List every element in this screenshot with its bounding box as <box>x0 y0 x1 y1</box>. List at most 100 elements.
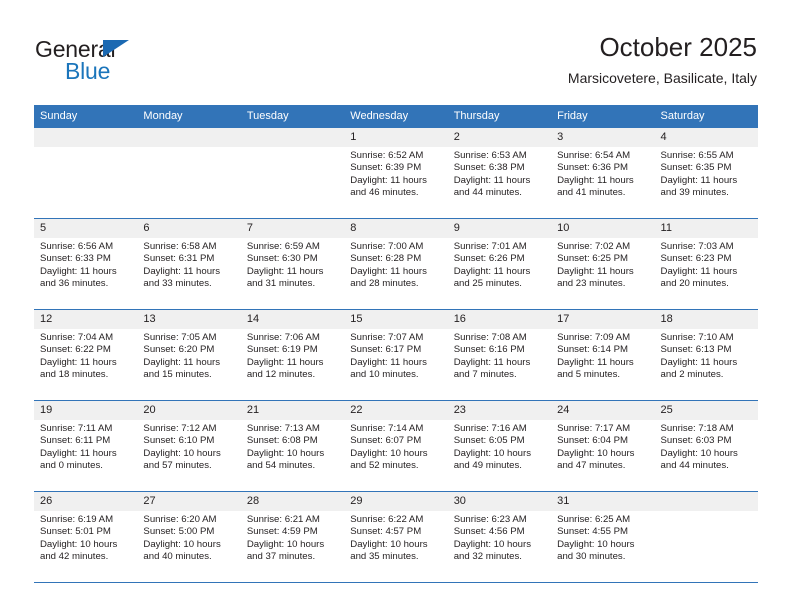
day-number: 20 <box>137 401 241 420</box>
page-title: October 2025 <box>599 32 757 62</box>
sunset-time: Sunset: 6:28 PM <box>350 253 422 265</box>
calendar-day-cell[interactable]: 24 Sunrise: 7:17 AM Sunset: 6:04 PM Dayligh… <box>551 400 655 492</box>
weekday-header-thursday: Thursday <box>447 105 552 128</box>
sunset-time: Sunset: 6:31 PM <box>143 253 215 265</box>
sunrise-time: Sunrise: 7:07 AM <box>350 332 424 343</box>
sunrise-time: Sunrise: 6:25 AM <box>557 514 631 525</box>
calendar-day-cell[interactable]: 17 Sunrise: 7:09 AM Sunset: 6:14 PM Dayligh… <box>551 309 655 401</box>
sunset-time: Sunset: 6:05 PM <box>453 435 525 447</box>
sunrise-time: Sunrise: 6:52 AM <box>350 150 424 161</box>
sunrise-time: Sunrise: 7:03 AM <box>660 241 734 252</box>
calendar-week-row: 19 Sunrise: 7:11 AM Sunset: 6:11 PM Dayligh… <box>34 400 758 492</box>
calendar-day-cell[interactable]: 8 Sunrise: 7:00 AM Sunset: 6:28 PM Daylight… <box>344 218 448 310</box>
calendar-day-cell[interactable]: 12 Sunrise: 7:04 AM Sunset: 6:22 PM Dayligh… <box>34 309 138 401</box>
day-sun-info: Sunrise: 7:01 AM Sunset: 6:26 PM Daylight:… <box>448 238 551 290</box>
day-sun-info: Sunrise: 6:54 AM Sunset: 6:36 PM Daylight:… <box>551 147 654 199</box>
calendar-day-cell[interactable]: 20 Sunrise: 7:12 AM Sunset: 6:10 PM Dayligh… <box>137 400 241 492</box>
sunrise-time: Sunrise: 6:59 AM <box>246 241 320 252</box>
calendar-day-cell[interactable]: 6 Sunrise: 6:58 AM Sunset: 6:31 PM Daylight… <box>137 218 241 310</box>
calendar-day-cell[interactable]: 19 Sunrise: 7:11 AM Sunset: 6:11 PM Dayligh… <box>34 400 138 492</box>
day-sun-info: Sunrise: 6:23 AM Sunset: 4:56 PM Daylight:… <box>448 511 551 563</box>
day-number: 11 <box>654 219 758 238</box>
calendar-day-cell[interactable]: 13 Sunrise: 7:05 AM Sunset: 6:20 PM Dayligh… <box>137 309 241 401</box>
day-sun-info: Sunrise: 7:08 AM Sunset: 6:16 PM Daylight:… <box>448 329 551 381</box>
calendar-day-cell[interactable]: 25 Sunrise: 7:18 AM Sunset: 6:03 PM Dayligh… <box>654 400 758 492</box>
day-number: 4 <box>654 128 758 147</box>
calendar-day-cell[interactable]: 21 Sunrise: 7:13 AM Sunset: 6:08 PM Dayligh… <box>240 400 345 492</box>
calendar-day-cell-empty <box>654 491 758 583</box>
sunset-time: Sunset: 6:25 PM <box>557 253 629 265</box>
day-sun-info: Sunrise: 6:53 AM Sunset: 6:38 PM Daylight:… <box>448 147 551 199</box>
daylight-duration-line1: Daylight: 11 hours <box>143 265 221 277</box>
day-sun-info: Sunrise: 7:03 AM Sunset: 6:23 PM Daylight:… <box>655 238 758 290</box>
daylight-duration-line1: Daylight: 10 hours <box>453 447 532 459</box>
day-number: 28 <box>240 492 345 511</box>
day-number: 15 <box>344 310 448 329</box>
calendar-day-cell[interactable]: 14 Sunrise: 7:06 AM Sunset: 6:19 PM Dayligh… <box>240 309 345 401</box>
day-number <box>654 492 758 511</box>
day-number: 23 <box>447 401 552 420</box>
daylight-duration-line2: and 57 minutes. <box>143 459 212 471</box>
daylight-duration-line2: and 41 minutes. <box>557 186 626 198</box>
calendar-day-cell[interactable]: 2 Sunrise: 6:53 AM Sunset: 6:38 PM Daylight… <box>447 128 552 219</box>
calendar-day-cell[interactable]: 30 Sunrise: 6:23 AM Sunset: 4:56 PM Dayligh… <box>447 491 552 583</box>
calendar-day-cell[interactable]: 5 Sunrise: 6:56 AM Sunset: 6:33 PM Daylight… <box>34 218 138 310</box>
calendar-day-cell[interactable]: 26 Sunrise: 6:19 AM Sunset: 5:01 PM Dayligh… <box>34 491 138 583</box>
daylight-duration-line2: and 44 minutes. <box>453 186 522 198</box>
sunrise-time: Sunrise: 7:09 AM <box>557 332 631 343</box>
daylight-duration-line1: Daylight: 11 hours <box>40 447 117 459</box>
sunrise-time: Sunrise: 7:00 AM <box>350 241 424 252</box>
daylight-duration-line2: and 46 minutes. <box>350 186 419 198</box>
daylight-duration-line2: and 0 minutes. <box>40 459 103 471</box>
day-sun-info: Sunrise: 7:13 AM Sunset: 6:08 PM Daylight:… <box>241 420 344 472</box>
day-sun-info: Sunrise: 6:52 AM Sunset: 6:39 PM Daylight:… <box>344 147 447 199</box>
sunrise-time: Sunrise: 7:14 AM <box>350 423 424 434</box>
daylight-duration-line1: Daylight: 10 hours <box>660 447 738 459</box>
sunset-time: Sunset: 6:04 PM <box>557 435 629 447</box>
calendar-day-cell[interactable]: 22 Sunrise: 7:14 AM Sunset: 6:07 PM Dayligh… <box>344 400 448 492</box>
sunrise-time: Sunrise: 6:53 AM <box>453 150 527 161</box>
daylight-duration-line2: and 47 minutes. <box>557 459 626 471</box>
calendar-day-cell[interactable]: 28 Sunrise: 6:21 AM Sunset: 4:59 PM Dayligh… <box>240 491 345 583</box>
daylight-duration-line1: Daylight: 11 hours <box>557 174 634 186</box>
daylight-duration-line1: Daylight: 10 hours <box>557 538 635 550</box>
daylight-duration-line2: and 2 minutes. <box>660 368 724 380</box>
calendar-day-cell[interactable]: 27 Sunrise: 6:20 AM Sunset: 5:00 PM Dayligh… <box>137 491 241 583</box>
daylight-duration-line1: Daylight: 11 hours <box>350 174 427 186</box>
sunset-time: Sunset: 6:23 PM <box>660 253 732 265</box>
day-number: 27 <box>137 492 241 511</box>
daylight-duration-line1: Daylight: 11 hours <box>40 356 117 368</box>
calendar-day-cell[interactable]: 10 Sunrise: 7:02 AM Sunset: 6:25 PM Dayligh… <box>551 218 655 310</box>
calendar-day-cell[interactable]: 23 Sunrise: 7:16 AM Sunset: 6:05 PM Dayligh… <box>447 400 552 492</box>
calendar-day-cell[interactable]: 3 Sunrise: 6:54 AM Sunset: 6:36 PM Daylight… <box>551 128 655 219</box>
day-sun-info: Sunrise: 6:22 AM Sunset: 4:57 PM Daylight:… <box>344 511 447 563</box>
calendar-day-cell[interactable]: 1 Sunrise: 6:52 AM Sunset: 6:39 PM Daylight… <box>344 128 448 219</box>
sunset-time: Sunset: 6:35 PM <box>660 162 732 174</box>
calendar-day-cell[interactable]: 18 Sunrise: 7:10 AM Sunset: 6:13 PM Dayligh… <box>654 309 758 401</box>
calendar-day-cell[interactable]: 29 Sunrise: 6:22 AM Sunset: 4:57 PM Dayligh… <box>344 491 448 583</box>
sunset-time: Sunset: 6:22 PM <box>40 344 111 356</box>
sunset-time: Sunset: 6:14 PM <box>557 344 629 356</box>
daylight-duration-line2: and 49 minutes. <box>453 459 522 471</box>
day-sun-info: Sunrise: 7:14 AM Sunset: 6:07 PM Daylight:… <box>344 420 447 472</box>
day-sun-info: Sunrise: 7:00 AM Sunset: 6:28 PM Daylight:… <box>344 238 447 290</box>
calendar-day-cell[interactable]: 4 Sunrise: 6:55 AM Sunset: 6:35 PM Daylight… <box>654 128 758 219</box>
day-sun-info: Sunrise: 6:20 AM Sunset: 5:00 PM Daylight:… <box>137 511 240 563</box>
daylight-duration-line1: Daylight: 10 hours <box>143 538 221 550</box>
calendar-day-cell[interactable]: 15 Sunrise: 7:07 AM Sunset: 6:17 PM Dayligh… <box>344 309 448 401</box>
daylight-duration-line2: and 23 minutes. <box>557 277 626 289</box>
calendar-day-cell[interactable]: 11 Sunrise: 7:03 AM Sunset: 6:23 PM Dayligh… <box>654 218 758 310</box>
calendar-day-cell[interactable]: 31 Sunrise: 6:25 AM Sunset: 4:55 PM Dayligh… <box>551 491 655 583</box>
general-blue-logo[interactable]: General Blue <box>35 36 215 86</box>
calendar-day-cell[interactable]: 16 Sunrise: 7:08 AM Sunset: 6:16 PM Dayligh… <box>447 309 552 401</box>
daylight-duration-line2: and 31 minutes. <box>246 277 316 289</box>
daylight-duration-line2: and 44 minutes. <box>660 459 729 471</box>
daylight-duration-line2: and 25 minutes. <box>453 277 522 289</box>
calendar-day-cell[interactable]: 9 Sunrise: 7:01 AM Sunset: 6:26 PM Daylight… <box>447 218 552 310</box>
daylight-duration-line2: and 18 minutes. <box>40 368 109 380</box>
daylight-duration-line1: Daylight: 10 hours <box>40 538 118 550</box>
calendar-day-cell[interactable]: 7 Sunrise: 6:59 AM Sunset: 6:30 PM Daylight… <box>240 218 345 310</box>
daylight-duration-line1: Daylight: 11 hours <box>350 265 427 277</box>
day-number: 30 <box>447 492 552 511</box>
sunrise-time: Sunrise: 6:58 AM <box>143 241 217 252</box>
